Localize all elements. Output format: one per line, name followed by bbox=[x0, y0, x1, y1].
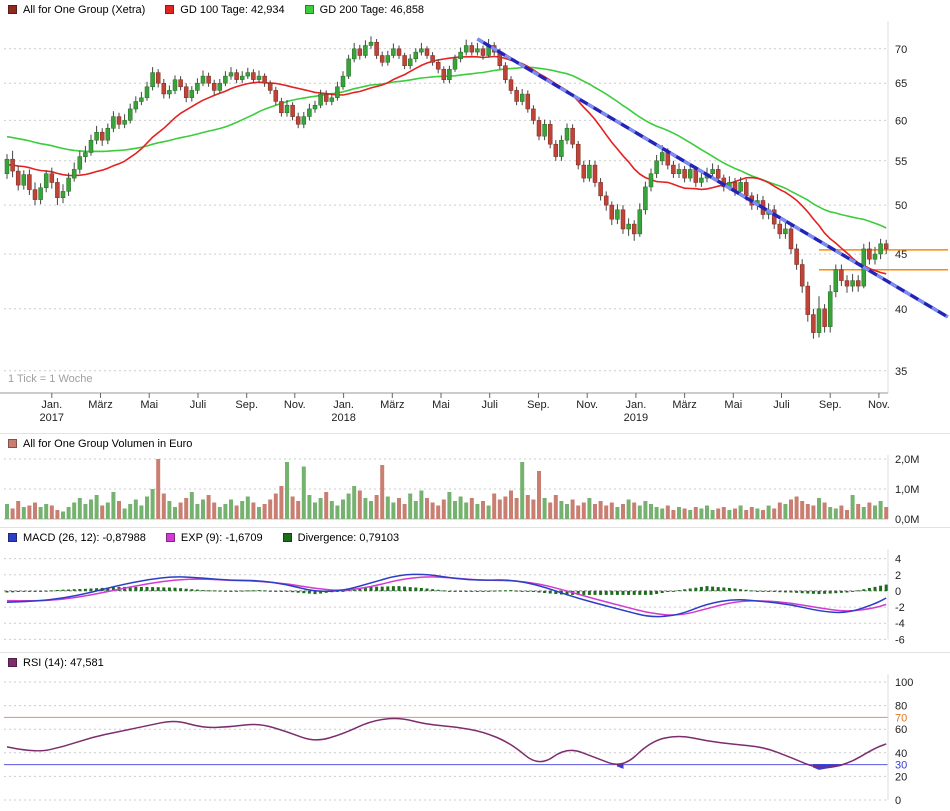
tick-note: 1 Tick = 1 Woche bbox=[8, 373, 92, 385]
svg-text:Mai: Mai bbox=[724, 399, 742, 411]
svg-text:Jan.: Jan. bbox=[626, 399, 647, 411]
series-label: All for One Group (Xetra) bbox=[23, 4, 145, 16]
svg-text:Nov.: Nov. bbox=[868, 399, 890, 411]
svg-text:100: 100 bbox=[895, 677, 913, 689]
macd-panel: MACD (26, 12): -0,87988 EXP (9): -1,6709… bbox=[0, 527, 950, 652]
gd100-label: GD 100 Tage: 42,934 bbox=[180, 4, 284, 16]
macd-chart-canvas: 4 2 0 -2 -4 -6 bbox=[0, 545, 950, 651]
legend-item-volume: All for One Group Volumen in Euro bbox=[8, 438, 192, 450]
svg-text:0,0M: 0,0M bbox=[895, 514, 919, 526]
price-legend: All for One Group (Xetra) GD 100 Tage: 4… bbox=[0, 0, 950, 17]
legend-item-series: All for One Group (Xetra) bbox=[8, 4, 145, 16]
legend-item-exp: EXP (9): -1,6709 bbox=[166, 532, 263, 544]
svg-text:2018: 2018 bbox=[331, 412, 355, 424]
svg-text:60: 60 bbox=[895, 724, 907, 736]
exp-label: EXP (9): -1,6709 bbox=[181, 532, 263, 544]
volume-legend: All for One Group Volumen in Euro bbox=[0, 434, 950, 451]
svg-text:20: 20 bbox=[895, 771, 907, 783]
svg-text:1,0M: 1,0M bbox=[895, 484, 919, 496]
series-swatch-icon bbox=[8, 5, 17, 14]
svg-text:Sep.: Sep. bbox=[819, 399, 842, 411]
rsi-chart-canvas: 100 807060 403020 0 bbox=[0, 670, 950, 810]
svg-text:45: 45 bbox=[895, 249, 907, 261]
svg-text:2017: 2017 bbox=[40, 412, 64, 424]
svg-text:März: März bbox=[380, 399, 404, 411]
svg-text:Jan.: Jan. bbox=[333, 399, 354, 411]
legend-item-gd200: GD 200 Tage: 46,858 bbox=[305, 4, 424, 16]
svg-text:0: 0 bbox=[895, 795, 901, 807]
divergence-label: Divergence: 0,79103 bbox=[298, 532, 400, 544]
svg-text:Juli: Juli bbox=[481, 399, 498, 411]
svg-text:2019: 2019 bbox=[624, 412, 648, 424]
svg-text:4: 4 bbox=[895, 554, 901, 566]
volume-swatch-icon bbox=[8, 439, 17, 448]
rsi-label: RSI (14): 47,581 bbox=[23, 657, 104, 669]
svg-text:40: 40 bbox=[895, 748, 907, 760]
svg-text:2: 2 bbox=[895, 570, 901, 582]
legend-item-rsi: RSI (14): 47,581 bbox=[8, 657, 104, 669]
svg-text:80: 80 bbox=[895, 701, 907, 713]
svg-text:Nov.: Nov. bbox=[284, 399, 306, 411]
volume-chart-canvas: 0,0M 1,0M 2,0M bbox=[0, 451, 950, 527]
volume-label: All for One Group Volumen in Euro bbox=[23, 438, 192, 450]
macd-swatch-icon bbox=[8, 533, 17, 542]
svg-text:März: März bbox=[88, 399, 112, 411]
svg-text:Juli: Juli bbox=[773, 399, 790, 411]
svg-text:55: 55 bbox=[895, 156, 907, 168]
svg-text:70: 70 bbox=[895, 44, 907, 56]
svg-text:2,0M: 2,0M bbox=[895, 454, 919, 466]
svg-text:30: 30 bbox=[895, 760, 907, 772]
price-panel: All for One Group (Xetra) GD 100 Tage: 4… bbox=[0, 0, 950, 433]
svg-text:Sep.: Sep. bbox=[527, 399, 550, 411]
macd-label: MACD (26, 12): -0,87988 bbox=[23, 532, 146, 544]
svg-text:-4: -4 bbox=[895, 618, 905, 630]
svg-text:65: 65 bbox=[895, 78, 907, 90]
rsi-panel: RSI (14): 47,581 100 807060 403020 0 bbox=[0, 652, 950, 811]
svg-text:50: 50 bbox=[895, 200, 907, 212]
svg-text:60: 60 bbox=[895, 115, 907, 127]
rsi-swatch-icon bbox=[8, 658, 17, 667]
stock-chart-window: All for One Group (Xetra) GD 100 Tage: 4… bbox=[0, 0, 950, 811]
gd100-swatch-icon bbox=[165, 5, 174, 14]
svg-text:-2: -2 bbox=[895, 602, 905, 614]
divergence-swatch-icon bbox=[283, 533, 292, 542]
legend-item-divergence: Divergence: 0,79103 bbox=[283, 532, 400, 544]
rsi-legend: RSI (14): 47,581 bbox=[0, 653, 950, 670]
svg-text:40: 40 bbox=[895, 304, 907, 316]
svg-text:Nov.: Nov. bbox=[576, 399, 598, 411]
gd200-label: GD 200 Tage: 46,858 bbox=[320, 4, 424, 16]
legend-item-gd100: GD 100 Tage: 42,934 bbox=[165, 4, 284, 16]
svg-text:0: 0 bbox=[895, 586, 901, 598]
svg-text:35: 35 bbox=[895, 366, 907, 378]
svg-text:70: 70 bbox=[895, 712, 907, 724]
svg-text:Juli: Juli bbox=[190, 399, 207, 411]
volume-panel: All for One Group Volumen in Euro 0,0M 1,… bbox=[0, 433, 950, 527]
svg-text:März: März bbox=[672, 399, 696, 411]
price-chart-canvas: 3540455055606570Jan.2017MärzMaiJuliSep.N… bbox=[0, 17, 950, 433]
svg-text:Mai: Mai bbox=[432, 399, 450, 411]
svg-text:Jan.: Jan. bbox=[41, 399, 62, 411]
exp-swatch-icon bbox=[166, 533, 175, 542]
svg-text:Mai: Mai bbox=[140, 399, 158, 411]
legend-item-macd: MACD (26, 12): -0,87988 bbox=[8, 532, 146, 544]
macd-legend: MACD (26, 12): -0,87988 EXP (9): -1,6709… bbox=[0, 528, 950, 545]
gd200-swatch-icon bbox=[305, 5, 314, 14]
svg-text:-6: -6 bbox=[895, 634, 905, 646]
svg-text:Sep.: Sep. bbox=[235, 399, 258, 411]
